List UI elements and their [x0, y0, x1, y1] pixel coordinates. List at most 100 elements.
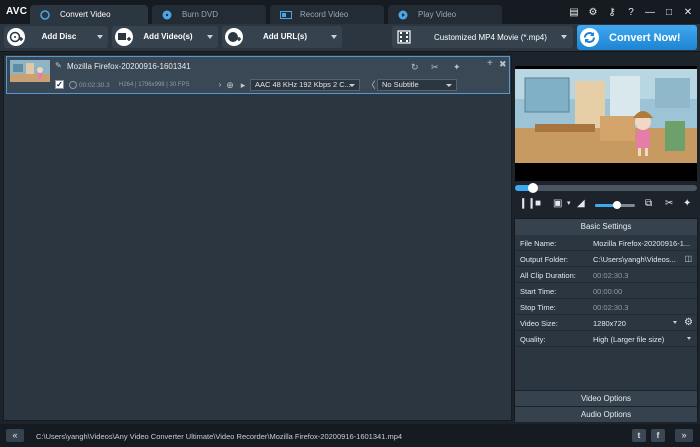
- add-disc-button[interactable]: Add Disc: [4, 26, 108, 48]
- chevron-down-icon: [446, 84, 452, 87]
- chevron-right-icon: ›: [218, 80, 222, 89]
- effects-icon[interactable]: ✦: [683, 197, 691, 211]
- speaker-icon: ▸: [240, 80, 246, 90]
- setting-value[interactable]: Mozilla Firefox-20200916-1...: [593, 239, 693, 248]
- setting-label: File Name:: [520, 239, 557, 248]
- help-icon[interactable]: ?: [625, 6, 637, 18]
- setting-label: All Clip Duration:: [520, 271, 576, 280]
- setting-value[interactable]: 1280x720: [593, 319, 671, 328]
- convert-icon: [40, 10, 50, 20]
- facebook-icon[interactable]: f: [651, 429, 665, 442]
- video-thumbnail[interactable]: [10, 60, 50, 82]
- convert-now-label: Convert Now!: [609, 32, 681, 44]
- setting-video-size[interactable]: Video Size: 1280x720 ⚙: [515, 315, 697, 331]
- subtitle-select[interactable]: No Subtitle: [377, 79, 457, 91]
- volume-icon[interactable]: ◢: [577, 197, 585, 211]
- window-controls: ▤ ⚙ ⚷ ? — □ ✕: [568, 5, 694, 19]
- preview-frame: [515, 66, 697, 181]
- folder-icon[interactable]: ◫: [684, 254, 692, 263]
- file-name: Mozilla Firefox-20200916-1601341: [67, 62, 191, 71]
- chevron-down-icon: [561, 35, 567, 39]
- list-item[interactable]: ✎ Mozilla Firefox-20200916-1601341 ↻ ✂ ✦…: [6, 56, 510, 94]
- video-preview[interactable]: [515, 66, 697, 181]
- remove-item-icon[interactable]: ✖: [499, 59, 507, 70]
- clock-icon: [69, 81, 77, 89]
- setting-label: Stop Time:: [520, 303, 556, 312]
- subtitle-value: No Subtitle: [382, 80, 419, 89]
- add-urls-label: Add URL(s): [263, 32, 307, 41]
- setting-label: Start Time:: [520, 287, 557, 296]
- chevron-down-icon[interactable]: [207, 35, 213, 39]
- crosshair-icon[interactable]: ⊕: [225, 80, 235, 90]
- copy-icon[interactable]: ⧉: [645, 197, 652, 211]
- key-icon[interactable]: ⚷: [606, 6, 618, 18]
- volume-slider[interactable]: [595, 201, 635, 209]
- setting-output-folder[interactable]: Output Folder: C:\Users\yangh\Videos... …: [515, 251, 697, 267]
- collapse-left-icon[interactable]: «: [6, 429, 24, 442]
- audio-options-button[interactable]: Audio Options: [515, 406, 697, 422]
- sync-icon[interactable]: ↻: [411, 62, 419, 73]
- effects-icon[interactable]: ✦: [453, 62, 461, 73]
- refresh-icon: [580, 28, 599, 47]
- setting-value[interactable]: C:\Users\yangh\Videos...: [593, 255, 681, 264]
- close-icon[interactable]: ✕: [682, 6, 694, 18]
- chevron-down-icon[interactable]: [331, 35, 337, 39]
- toolbar: Add Disc Add Video(s) Add URL(s) Customi…: [0, 24, 700, 52]
- pause-icon[interactable]: ❙❙: [519, 197, 536, 211]
- film-icon: [397, 30, 411, 44]
- register-icon[interactable]: ▤: [568, 6, 580, 18]
- add-disc-label: Add Disc: [41, 32, 77, 41]
- settings-title[interactable]: Basic Settings: [515, 219, 697, 235]
- stop-icon[interactable]: ■: [535, 197, 541, 211]
- chevron-down-icon[interactable]: [673, 321, 677, 324]
- edit-name-icon[interactable]: ✎: [55, 61, 64, 70]
- audio-track-select[interactable]: AAC 48 KHz 192 Kbps 2 C...: [250, 79, 360, 91]
- add-clip-icon[interactable]: +: [487, 58, 493, 69]
- volume-handle[interactable]: [613, 201, 621, 209]
- item-duration: 00:02:30.3: [79, 82, 110, 89]
- seek-slider[interactable]: [515, 183, 697, 193]
- audio-track-value: AAC 48 KHz 192 Kbps 2 C...: [255, 80, 351, 89]
- setting-label: Video Size:: [520, 319, 558, 328]
- scissors-icon[interactable]: ✂: [665, 197, 673, 211]
- maximize-icon[interactable]: □: [663, 6, 675, 18]
- setting-quality[interactable]: Quality: High (Larger file size): [515, 331, 697, 347]
- chevron-down-icon[interactable]: [97, 35, 103, 39]
- video-options-button[interactable]: Video Options: [515, 390, 697, 406]
- app-logo: AVC: [6, 6, 28, 17]
- output-format-select[interactable]: Customized MP4 Movie (*.mp4): [392, 26, 573, 48]
- output-path: C:\Users\yangh\Videos\Any Video Converte…: [36, 432, 403, 441]
- setting-label: Output Folder:: [520, 255, 568, 264]
- chevron-down-icon: [349, 84, 355, 87]
- chevron-down-icon[interactable]: [687, 337, 691, 340]
- gear-icon[interactable]: ⚙: [587, 6, 599, 18]
- player-controls: ❙❙ ■ ▣ ▾ ◢ ⧉ ✂ ✦: [515, 197, 697, 215]
- add-urls-button[interactable]: Add URL(s): [222, 26, 342, 48]
- item-checkbox[interactable]: ✓: [55, 80, 64, 89]
- setting-value: 00:02:30.3: [593, 303, 629, 312]
- scissors-icon[interactable]: ✂: [431, 62, 439, 73]
- tab-convert-video[interactable]: Convert Video: [30, 5, 148, 24]
- tab-record-video[interactable]: Record Video: [270, 5, 384, 24]
- tab-play-video[interactable]: Play Video: [388, 5, 502, 24]
- snapshot-icon[interactable]: ▣: [553, 197, 562, 211]
- chevron-down-icon[interactable]: ▾: [567, 197, 571, 211]
- setting-value: 00:02:30.3: [593, 271, 629, 280]
- setting-value: 00:00:00: [593, 287, 623, 296]
- title-bar: AVC Convert Video Burn DVD Record Video …: [0, 0, 700, 24]
- collapse-right-icon[interactable]: »: [675, 429, 693, 442]
- twitter-icon[interactable]: t: [632, 429, 646, 442]
- setting-file-name[interactable]: File Name: Mozilla Firefox-20200916-1...: [515, 235, 697, 251]
- record-icon: [280, 11, 292, 19]
- minimize-icon[interactable]: —: [644, 6, 656, 18]
- setting-value[interactable]: High (Larger file size): [593, 335, 693, 344]
- gear-icon[interactable]: ⚙: [684, 317, 693, 328]
- convert-now-button[interactable]: Convert Now!: [577, 25, 697, 50]
- add-videos-label: Add Video(s): [143, 32, 193, 41]
- tab-burn-dvd[interactable]: Burn DVD: [152, 5, 266, 24]
- setting-stop-time: Stop Time: 00:02:30.3: [515, 299, 697, 315]
- disc-icon: [162, 10, 172, 20]
- seek-handle[interactable]: [528, 183, 539, 193]
- add-videos-button[interactable]: Add Video(s): [112, 26, 218, 48]
- setting-start-time: Start Time: 00:00:00: [515, 283, 697, 299]
